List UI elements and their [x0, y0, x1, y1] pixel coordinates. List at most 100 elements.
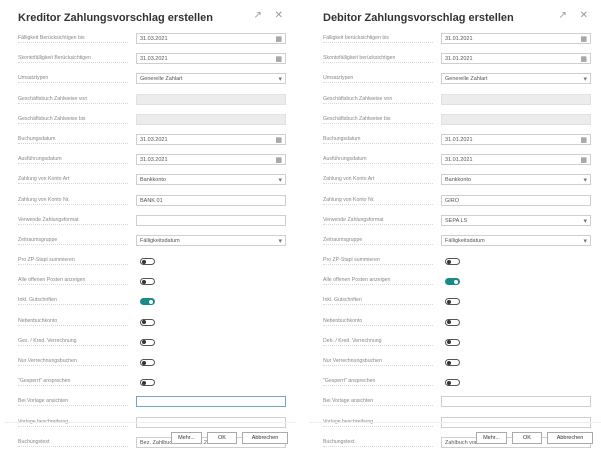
toggle-switch[interactable] [140, 258, 155, 266]
form-row: Zeitraumsgruppe Fälligkeitsdatum ▾ [18, 234, 286, 250]
form-row: Skontofälligkeit berücksichtigen 31.01.20… [323, 52, 591, 68]
date-field[interactable]: 31.03.2021 ▦ [136, 53, 286, 65]
toggle-knob [447, 340, 451, 345]
kreditor-dialog: Kreditor Zahlungsvorschlag erstellen ↗ ✕… [4, 0, 296, 453]
field-label: Geschäftsbuch Zahlweise bis [18, 116, 128, 124]
calendar-icon[interactable]: ▦ [275, 135, 282, 144]
field-value: Fälligkeitsdatum [140, 237, 180, 244]
field-label: Ausführungsdatum [18, 156, 128, 165]
chevron-down-icon[interactable]: ▾ [278, 236, 282, 245]
text-field[interactable]: GIRO [441, 194, 591, 206]
field-label: Geschäftsbuch Zahlweise von [18, 96, 128, 104]
toggle-switch[interactable] [445, 258, 460, 266]
toggle-switch[interactable] [140, 318, 155, 326]
toggle-switch[interactable] [445, 359, 460, 366]
ok-button[interactable]: OK [207, 432, 237, 444]
form-rows: Fälligkeit Berücksichtigen bis 31.03.2021… [18, 32, 286, 456]
field-label: Skontofälligkeit Berücksichtigen [18, 55, 128, 64]
chevron-down-icon[interactable]: ▾ [278, 74, 282, 83]
form-row: Geschäftsbuch Zahlweise bis [323, 113, 591, 129]
text-field [136, 93, 286, 105]
field-value: Fälligkeitsdatum [445, 237, 485, 244]
form-row: Ges. / Kred. Verrechnung [18, 335, 286, 351]
calendar-icon[interactable]: ▦ [275, 155, 282, 164]
field-value: Generelle Zahlart [445, 76, 488, 83]
toggle-switch[interactable] [445, 379, 460, 387]
date-field[interactable]: 31.03.2021 ▦ [136, 33, 286, 44]
form-row: Ausführungsdatum 31.01.2021 ▦ [323, 153, 591, 169]
text-field[interactable] [136, 214, 286, 226]
chevron-down-icon[interactable]: ▾ [278, 175, 282, 184]
field-value: 31.03.2021 [140, 136, 168, 143]
toggle-knob [149, 299, 153, 304]
calendar-icon[interactable]: ▦ [275, 34, 282, 43]
select-field[interactable]: Bankkonto ▾ [441, 174, 591, 186]
field-label: Verwende Zahlungsformat [18, 217, 128, 225]
chevron-down-icon[interactable]: ▾ [583, 74, 587, 83]
form-row: Buchungsdatum 31.01.2021 ▦ [323, 133, 591, 149]
select-field[interactable]: Generelle Zahlart ▾ [136, 73, 286, 85]
close-icon[interactable]: ✕ [275, 10, 288, 21]
select-field[interactable]: SEPA LS ▾ [441, 214, 591, 226]
toggle-switch[interactable] [140, 359, 155, 366]
form-row: Zeitraumsgruppe Fälligkeitsdatum ▾ [323, 234, 591, 250]
toggle-switch[interactable] [140, 338, 155, 346]
date-field[interactable]: 31.01.2021 ▦ [441, 53, 591, 65]
chevron-down-icon[interactable]: ▾ [583, 236, 587, 245]
ok-button[interactable]: OK [512, 432, 542, 444]
toggle-switch[interactable] [445, 298, 460, 306]
text-field[interactable]: BANK 01 [136, 194, 286, 206]
cancel-button[interactable]: Abbrechen [242, 432, 288, 444]
field-label: "Gesperrt" ansprechen [18, 378, 128, 387]
toggle-switch[interactable] [140, 278, 155, 286]
field-label: Nur Verrechnungsbuchen [323, 358, 433, 366]
more-button[interactable]: Mehr... [476, 432, 507, 444]
chevron-down-icon[interactable]: ▾ [583, 175, 587, 184]
date-field[interactable]: 31.03.2021 ▦ [136, 154, 286, 166]
calendar-icon[interactable]: ▦ [580, 54, 587, 63]
field-label: Alle offenen Posten anzeigen [323, 277, 433, 286]
select-field[interactable]: Fälligkeitsdatum ▾ [441, 234, 591, 246]
field-value: 31.01.2021 [445, 56, 473, 63]
more-button[interactable]: Mehr... [171, 432, 202, 444]
toggle-switch[interactable] [445, 318, 460, 326]
form-row: Umsatztypen Generelle Zahlart ▾ [18, 72, 286, 88]
field-label: Ausführungsdatum [323, 156, 433, 165]
toggle-knob [447, 360, 451, 365]
form-row: "Gesperrt" ansprechen [18, 375, 286, 391]
calendar-icon[interactable]: ▦ [580, 135, 587, 144]
toggle-switch[interactable] [445, 278, 460, 286]
close-icon[interactable]: ✕ [580, 10, 593, 21]
toggle-knob [142, 279, 146, 284]
calendar-icon[interactable]: ▦ [580, 34, 587, 43]
toggle-switch[interactable] [445, 338, 460, 346]
date-field[interactable]: 31.03.2021 ▦ [136, 133, 286, 145]
select-field[interactable]: Bankkonto ▾ [136, 174, 286, 186]
calendar-icon[interactable]: ▦ [580, 155, 587, 164]
toggle-knob [447, 380, 451, 385]
select-field[interactable]: Generelle Zahlart ▾ [441, 73, 591, 85]
field-label: Geschäftsbuch Zahlweise bis [323, 116, 433, 124]
form-row: Inkl. Gutschriften [323, 294, 591, 310]
form-row: Buchungsdatum 31.03.2021 ▦ [18, 133, 286, 149]
form-rows: Fälligkeit berücksichtigen bis 31.01.2021… [323, 32, 591, 456]
form-row: Skontofälligkeit Berücksichtigen 31.03.20… [18, 52, 286, 68]
expand-icon[interactable]: ↗ [558, 10, 571, 21]
text-field[interactable] [136, 396, 286, 408]
form-row: Alle offenen Posten anzeigen [18, 274, 286, 290]
date-field[interactable]: 31.01.2021 ▦ [441, 154, 591, 166]
cancel-button[interactable]: Abbrechen [547, 432, 593, 444]
form-row: Deb. / Kred. Verrechnung [323, 335, 591, 351]
date-field[interactable]: 31.01.2021 ▦ [441, 33, 591, 44]
calendar-icon[interactable]: ▦ [275, 54, 282, 63]
text-field[interactable] [441, 396, 591, 408]
toggle-switch[interactable] [140, 379, 155, 387]
field-label: Zahlung von Konto Art [18, 176, 128, 185]
dialog-footer: Mehr... OK Abbrechen [476, 432, 593, 444]
field-label: Zeitraumsgruppe [18, 237, 128, 245]
date-field[interactable]: 31.01.2021 ▦ [441, 133, 591, 145]
select-field[interactable]: Fälligkeitsdatum ▾ [136, 234, 286, 246]
expand-icon[interactable]: ↗ [253, 10, 266, 21]
chevron-down-icon[interactable]: ▾ [583, 216, 587, 225]
toggle-switch[interactable] [140, 298, 155, 306]
